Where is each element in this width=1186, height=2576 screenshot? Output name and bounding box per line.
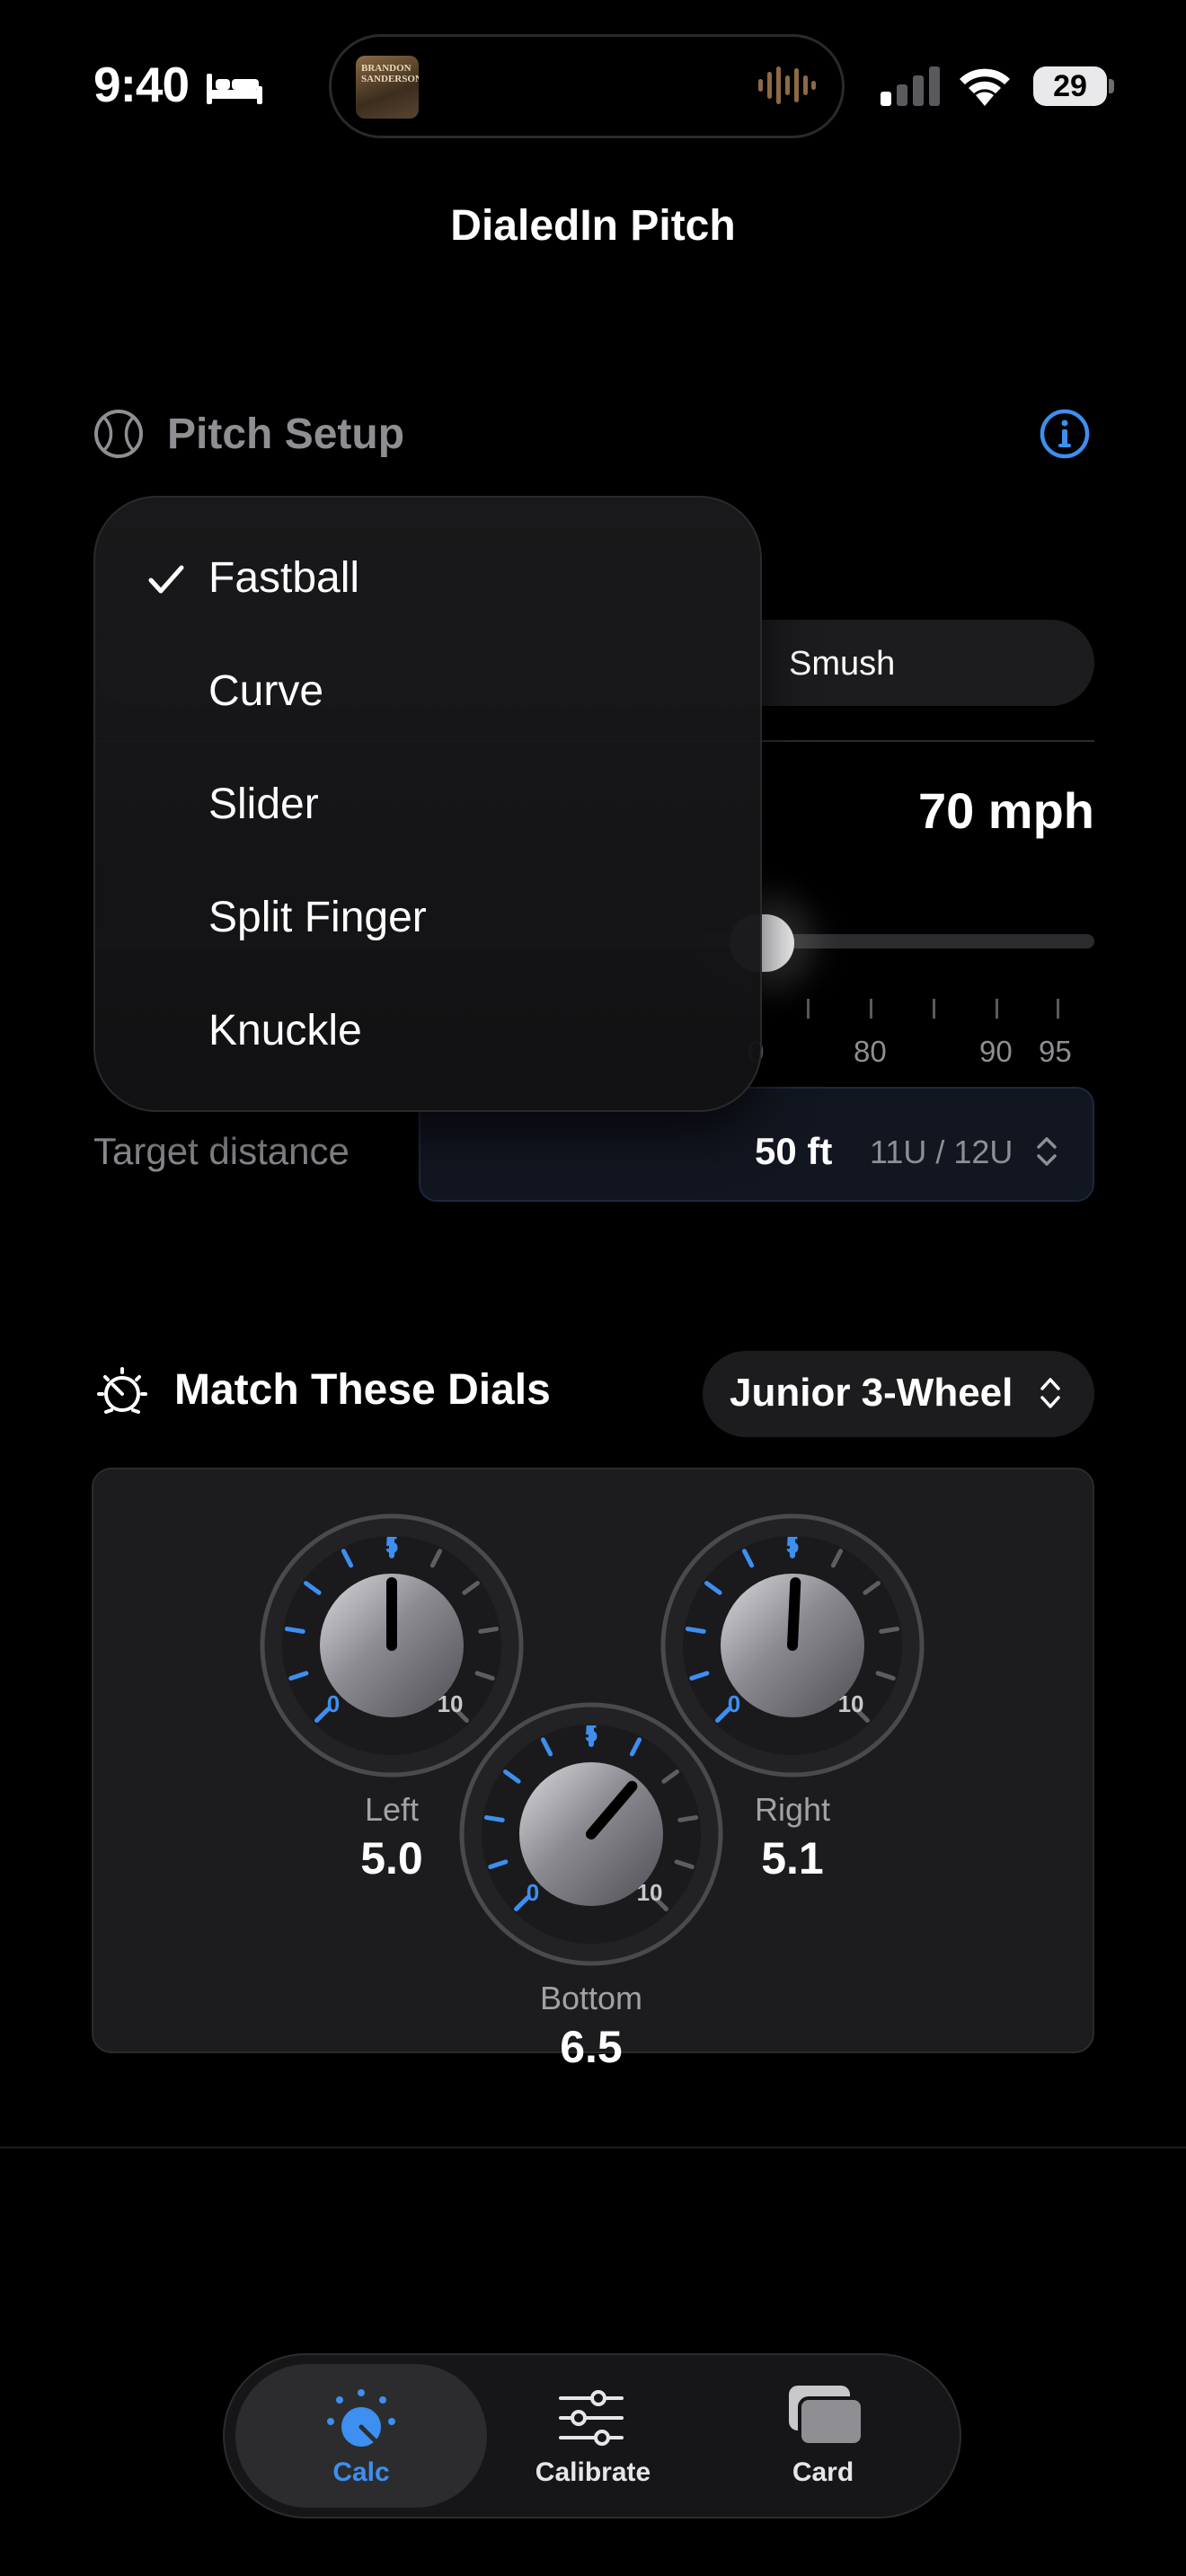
- sliders-icon[interactable]: [557, 2389, 625, 2447]
- pitch-type-menu: [93, 496, 762, 1112]
- gauge-knob-icon[interactable]: [323, 2386, 399, 2461]
- checkmark-icon: [148, 565, 184, 594]
- dial-scale-label: 0: [728, 1690, 740, 1717]
- tab-card[interactable]: Card: [733, 2457, 913, 2488]
- dial-tick: [879, 1627, 900, 1634]
- audio-waveform-icon: [758, 66, 816, 104]
- chevron-up-down-icon: [1040, 1378, 1060, 1408]
- section-title-pitch-setup: Pitch Setup: [167, 410, 405, 458]
- dial-tick: [677, 1815, 699, 1822]
- slider-tick-label: 90: [979, 1035, 1013, 1068]
- menu-item-split-finger[interactable]: Split Finger: [208, 893, 427, 942]
- cards-icon[interactable]: [785, 2382, 866, 2448]
- slider-tick: [996, 999, 998, 1019]
- now-playing-album-art[interactable]: BRANDON SANDERSON: [356, 56, 419, 119]
- segment-option-smush[interactable]: Smush: [789, 645, 895, 684]
- slider-tick-label: 95: [1039, 1035, 1072, 1068]
- target-distance-label: Target distance: [93, 1130, 350, 1172]
- dial-tick: [284, 1627, 305, 1634]
- tab-calibrate[interactable]: Calibrate: [503, 2457, 683, 2488]
- menu-item-slider[interactable]: Slider: [208, 780, 319, 829]
- dial-pointer: [787, 1577, 801, 1651]
- battery-level: 29: [1033, 66, 1107, 106]
- dial-tick: [483, 1815, 505, 1822]
- dial-bottom: 0510: [459, 1702, 723, 1966]
- baseball-icon: [94, 410, 143, 458]
- dial-scale-label: 5: [786, 1531, 799, 1558]
- dial-label-bottom: Bottom: [539, 1980, 643, 2016]
- target-distance-value: 50 ft: [755, 1130, 833, 1172]
- menu-item-knuckle[interactable]: Knuckle: [208, 1006, 362, 1055]
- dial-scale-label: 0: [527, 1879, 539, 1906]
- chevron-up-down-icon: [1037, 1137, 1057, 1166]
- dial-value-right: 5.1: [761, 1833, 824, 1883]
- dial-tick: [478, 1627, 500, 1634]
- dial-label-right: Right: [754, 1791, 831, 1828]
- target-distance-age-group: 11U / 12U: [870, 1134, 1013, 1170]
- dial-label-left: Left: [364, 1791, 420, 1828]
- info-icon[interactable]: [1039, 408, 1091, 460]
- slider-tick: [870, 999, 872, 1019]
- app-title: DialedIn Pitch: [450, 202, 736, 250]
- status-time: 9:40: [93, 57, 190, 112]
- wifi-icon: [960, 68, 1010, 106]
- section-title-match-dials: Match These Dials: [174, 1366, 551, 1414]
- album-art-text: BRANDON SANDERSON: [361, 63, 419, 84]
- slider-tick-label: 80: [854, 1035, 887, 1068]
- slider-tick: [807, 999, 810, 1019]
- menu-item-fastball[interactable]: Fastball: [208, 553, 359, 603]
- dial-scale-label: 0: [327, 1690, 340, 1717]
- sleep-focus-icon: [207, 74, 262, 104]
- slider-tick: [933, 999, 935, 1019]
- dial-value-bottom: 6.5: [560, 2022, 623, 2072]
- tab-calc[interactable]: Calc: [271, 2457, 451, 2488]
- dial-tick: [685, 1627, 706, 1634]
- slider-tick: [1057, 999, 1059, 1019]
- dial-scale-label: 5: [385, 1531, 398, 1558]
- dial-scale-label: 5: [585, 1720, 597, 1747]
- divider: [0, 2147, 1186, 2148]
- cellular-signal-icon: [881, 66, 940, 106]
- pitch-speed-value: 70 mph: [917, 782, 1094, 839]
- machine-type-value: Junior 3-Wheel: [730, 1371, 1013, 1415]
- dial-timer-icon: [97, 1367, 147, 1414]
- battery-indicator: 29: [1033, 66, 1116, 106]
- menu-item-curve[interactable]: Curve: [208, 666, 323, 716]
- dial-value-left: 5.0: [360, 1833, 423, 1883]
